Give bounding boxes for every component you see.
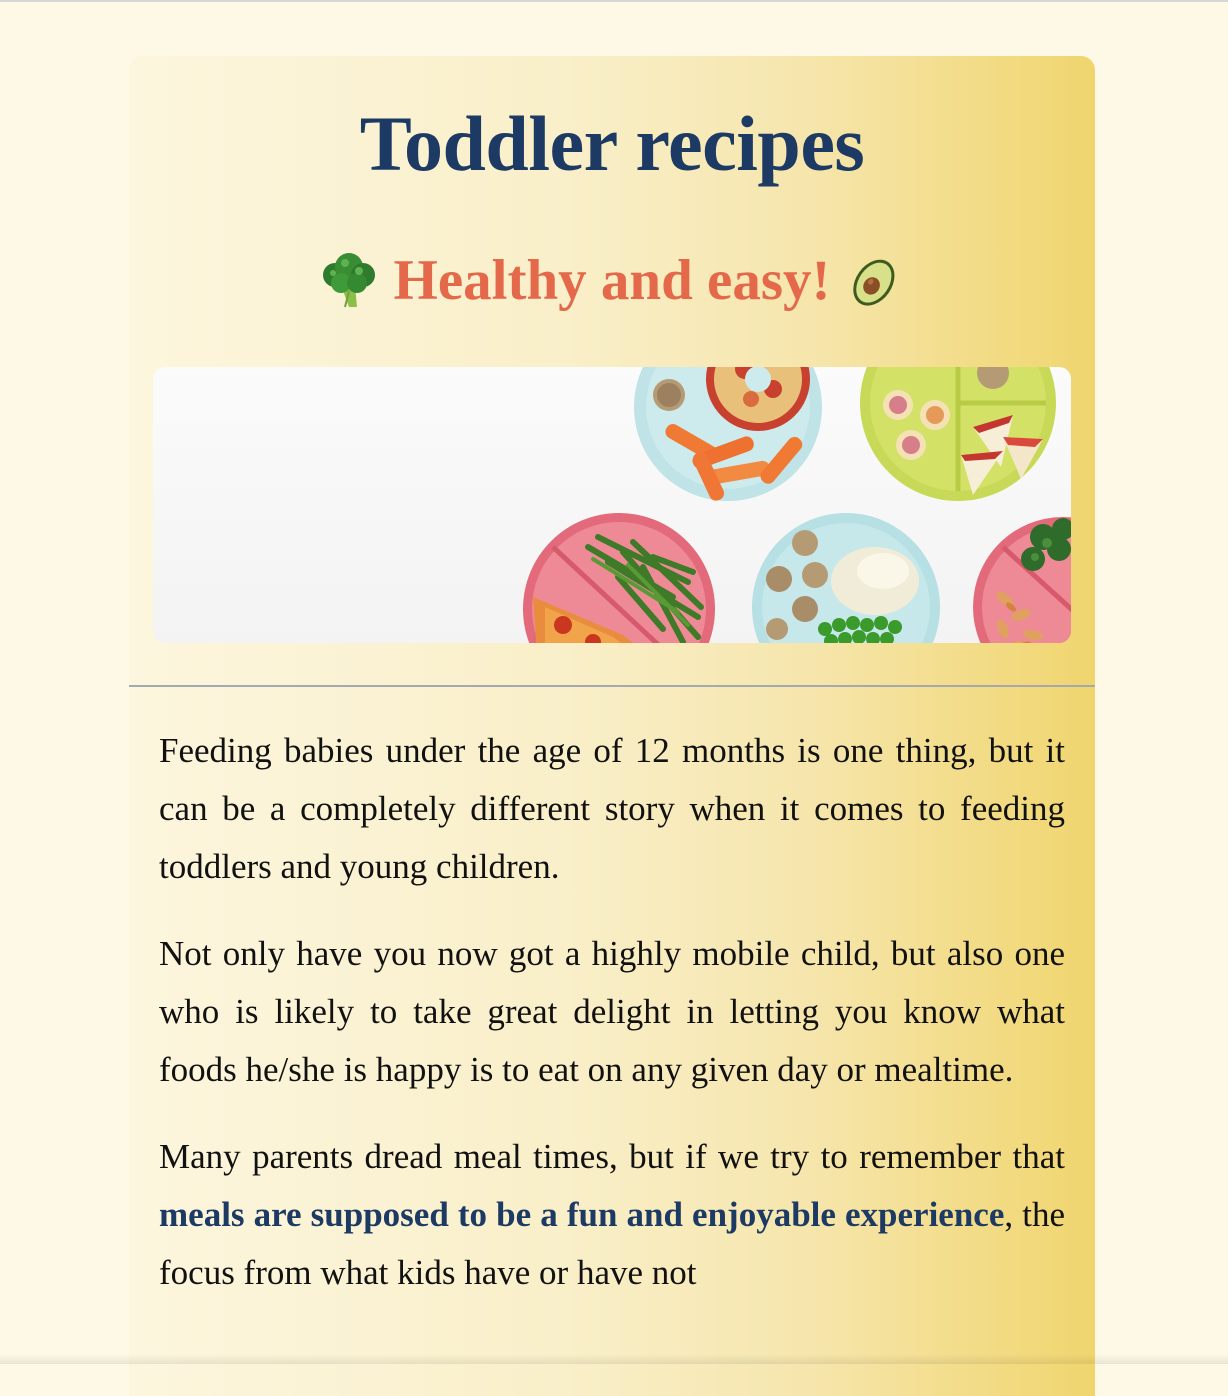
page-title: Toddler recipes [359, 100, 865, 187]
divider [129, 685, 1095, 687]
paragraph-1: Feeding babies under the age of 12 month… [159, 731, 1065, 886]
hero-image [153, 367, 1071, 643]
subtitle-text: Healthy and easy! [393, 249, 831, 312]
plate-pasta-broccoli [973, 517, 1071, 643]
plate-bagel-carrots [634, 367, 822, 501]
broccoli-icon [319, 251, 379, 311]
article-body: Feeding babies under the age of 12 month… [159, 722, 1065, 1331]
paragraph-3-start: Many parents dread meal times, but if we… [159, 1137, 1065, 1176]
paragraph-3: Many parents dread meal times, but if we… [159, 1128, 1065, 1302]
subtitle: Healthy and easy! [129, 246, 1095, 316]
plate-pinwheels-apples [860, 367, 1056, 501]
plate-pizza-greenbeans [523, 513, 715, 643]
paragraph-2: Not only have you now got a highly mobil… [159, 934, 1065, 1089]
avocado-icon [845, 251, 905, 311]
recipe-card: Toddler recipes Healthy and easy! Feedin… [129, 56, 1095, 1396]
plate-meatballs-mash-peas [752, 513, 940, 643]
bottom-shadow [0, 1354, 1228, 1364]
highlight-text: meals are supposed to be a fun and enjoy… [159, 1195, 1005, 1234]
